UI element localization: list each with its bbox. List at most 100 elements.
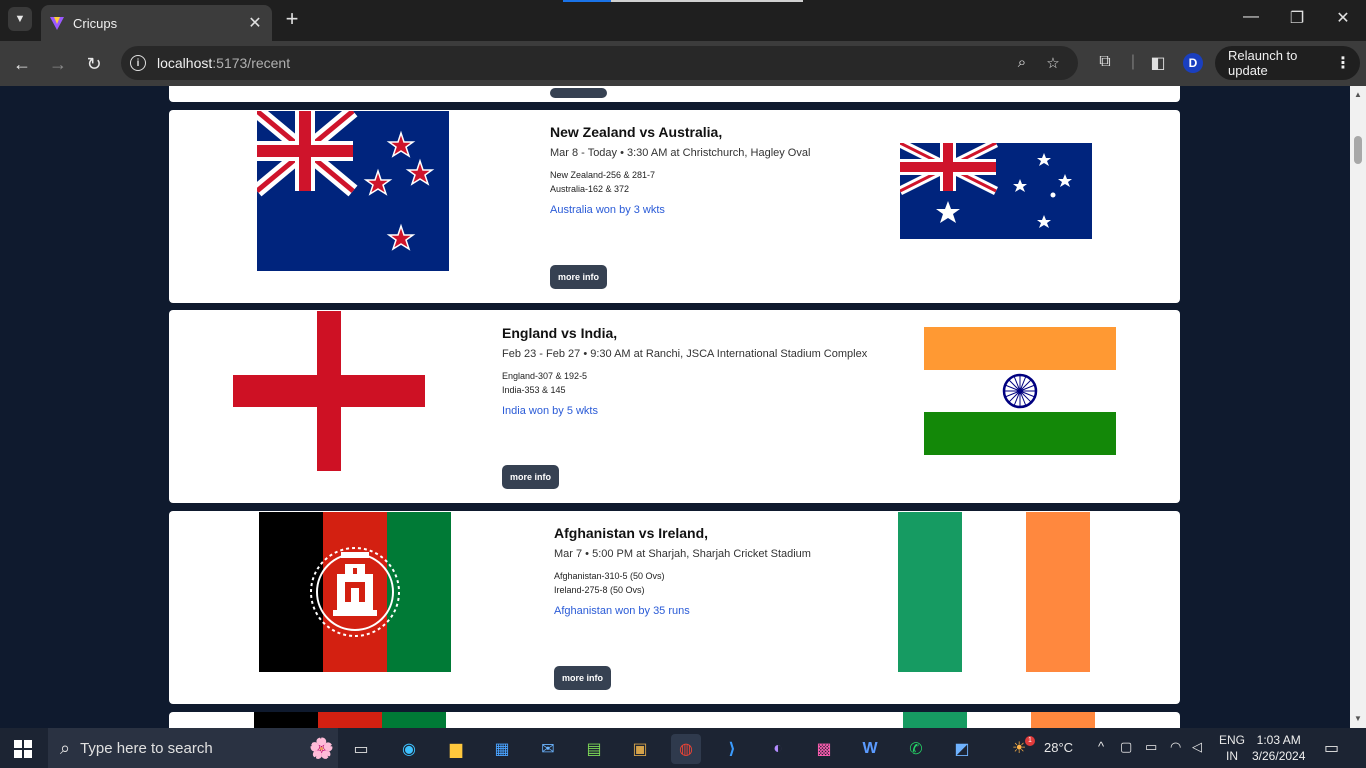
match-card-partial-bottom <box>169 712 1180 728</box>
reload-icon[interactable]: ↻ <box>80 50 108 78</box>
mail-icon[interactable]: ✉ <box>533 734 563 764</box>
new-tab-plus-icon[interactable]: + <box>280 8 304 32</box>
flag-afghanistan <box>259 512 451 672</box>
notification-center-icon[interactable]: ▭ <box>1324 738 1339 758</box>
edge-browser-icon[interactable]: ◉ <box>394 734 424 764</box>
tab-cricups[interactable]: Cricups ✕ <box>41 5 272 41</box>
scroll-thumb[interactable] <box>1354 136 1362 164</box>
language-indicator[interactable]: ENG IN <box>1219 732 1245 764</box>
task-view-icon[interactable]: ▭ <box>346 734 376 764</box>
match-result: India won by 5 wkts <box>502 405 598 417</box>
eclipse-icon[interactable]: ◐ <box>763 734 793 764</box>
relaunch-to-update-button[interactable]: Relaunch to update ⋮ <box>1215 46 1360 80</box>
vite-logo-icon <box>50 17 64 30</box>
forward-arrow-icon[interactable]: → <box>44 50 72 78</box>
word-icon[interactable]: W <box>855 734 885 764</box>
microsoft-store-icon[interactable]: ▦ <box>487 734 517 764</box>
match-info: Afghanistan vs Ireland, Mar 7 • 5:00 PM … <box>554 525 811 617</box>
score-line: Ireland-275-8 (50 Ovs) <box>554 585 645 595</box>
scroll-up-icon[interactable]: ▲ <box>1350 88 1366 102</box>
score-line: New Zealand-256 & 281-7 <box>550 170 656 180</box>
score-line: England-307 & 192-5 <box>502 371 588 381</box>
clock-date: 3/26/2024 <box>1252 749 1306 763</box>
intellij-icon[interactable]: ▩ <box>809 734 839 764</box>
flag-ireland <box>898 512 1090 672</box>
tab-loading-bar <box>563 0 803 2</box>
score-line: Afghanistan-310-5 (50 Ovs) <box>554 571 665 581</box>
match-card: Afghanistan vs Ireland, Mar 7 • 5:00 PM … <box>169 511 1180 704</box>
match-title: New Zealand vs Australia, <box>550 124 723 140</box>
extensions-puzzle-icon[interactable]: ⧉ <box>1094 53 1116 75</box>
chrome-icon[interactable]: ◍ <box>671 734 701 764</box>
minimize-icon[interactable]: — <box>1236 8 1266 26</box>
dosbox-icon[interactable]: ▣ <box>625 734 655 764</box>
match-meta: Mar 7 • 5:00 PM at Sharjah, Sharjah Cric… <box>554 548 811 560</box>
taskbar-search-input[interactable]: ⌕ Type here to search 🌸 <box>48 728 338 768</box>
match-info: New Zealand vs Australia, Mar 8 - Today … <box>550 124 810 216</box>
flag-england <box>233 311 425 471</box>
page-scrollbar[interactable]: ▲ ▼ <box>1350 86 1366 728</box>
flag-ireland-partial <box>903 712 1095 728</box>
scores: Afghanistan-310-5 (50 Ovs) Ireland-275-8… <box>554 569 811 597</box>
score-line: Australia-162 & 372 <box>550 184 630 194</box>
address-bar[interactable]: i localhost:5173/recent ⌕ ☆ <box>121 46 1078 80</box>
more-info-button-partial[interactable] <box>550 88 607 98</box>
profile-avatar[interactable]: D <box>1183 53 1203 73</box>
toolbar-divider: | <box>1130 53 1136 70</box>
more-info-button[interactable]: more info <box>554 666 612 690</box>
tab-title: Cricups <box>73 15 118 31</box>
battery-icon[interactable]: ▭ <box>1145 739 1157 755</box>
vscode-icon[interactable]: ⟩ <box>717 734 747 764</box>
flag-new-zealand <box>257 111 449 271</box>
meet-now-icon[interactable]: ▢ <box>1120 739 1132 755</box>
scroll-down-icon[interactable]: ▼ <box>1350 712 1366 726</box>
chevron-down-icon: ▼ <box>14 13 26 25</box>
scores: England-307 & 192-5 India-353 & 145 <box>502 369 867 397</box>
restore-icon[interactable]: ❐ <box>1282 8 1312 28</box>
side-panel-icon[interactable]: ◧ <box>1147 53 1169 75</box>
wifi-icon[interactable]: ◠ <box>1170 739 1181 755</box>
language-code: ENG <box>1219 733 1246 747</box>
volume-icon[interactable]: ◁ <box>1192 739 1202 755</box>
scores: New Zealand-256 & 281-7 Australia-162 & … <box>550 168 810 196</box>
windows-start-icon[interactable] <box>14 740 32 758</box>
more-info-button[interactable]: more info <box>550 265 608 289</box>
close-icon[interactable]: ✕ <box>244 13 266 33</box>
mysql-workbench-icon[interactable]: ◩ <box>947 734 977 764</box>
flag-afghanistan-partial <box>254 712 446 728</box>
clock-time: 1:03 AM <box>1256 733 1301 747</box>
file-explorer-icon[interactable]: ▆ <box>441 734 471 764</box>
tab-strip: ▼ Cricups ✕ + — ❐ ✕ <box>0 0 1366 41</box>
flag-australia <box>900 143 1092 239</box>
match-meta: Feb 23 - Feb 27 • 9:30 AM at Ranchi, JSC… <box>502 348 868 360</box>
system-clock[interactable]: 1:03 AM 3/26/2024 <box>1252 732 1305 764</box>
bookmark-star-icon[interactable]: ☆ <box>1044 54 1062 72</box>
weather-temp: 28°C <box>1044 740 1074 755</box>
search-icon: ⌕ <box>60 737 71 758</box>
url-path: :5173/recent <box>212 55 291 71</box>
flag-india <box>924 327 1116 455</box>
notepad-plus-icon[interactable]: ▤ <box>579 734 609 764</box>
whatsapp-icon[interactable]: ✆ <box>901 734 931 764</box>
match-title: England vs India, <box>502 325 618 341</box>
relaunch-label: Relaunch to update <box>1228 48 1298 78</box>
tab-search-button[interactable]: ▼ <box>8 7 32 31</box>
page-content: New Zealand vs Australia, Mar 8 - Today … <box>0 86 1350 728</box>
back-arrow-icon[interactable]: ← <box>8 50 36 78</box>
match-card-partial-top <box>169 86 1180 102</box>
window-close-icon[interactable]: ✕ <box>1328 8 1358 28</box>
match-card: England vs India, Feb 23 - Feb 27 • 9:30… <box>169 310 1180 503</box>
match-result: Australia won by 3 wkts <box>550 204 665 216</box>
match-meta: Mar 8 - Today • 3:30 AM at Christchurch,… <box>550 147 811 159</box>
show-hidden-icons-icon[interactable]: ^ <box>1098 739 1104 754</box>
more-vertical-icon[interactable]: ⋮ <box>1335 53 1351 73</box>
zoom-icon[interactable]: ⌕ <box>1013 54 1031 72</box>
match-result: Afghanistan won by 35 runs <box>554 605 690 617</box>
windows-taskbar: ⌕ Type here to search 🌸 ▭ ◉ ▆ ▦ ✉ ▤ ▣ ◍ … <box>0 728 1366 768</box>
more-info-button[interactable]: more info <box>502 465 560 489</box>
weather-badge: 1 <box>1025 736 1035 746</box>
search-highlight-icon: 🌸 <box>309 737 334 760</box>
site-info-icon[interactable]: i <box>130 55 146 71</box>
score-line: India-353 & 145 <box>502 385 566 395</box>
search-placeholder: Type here to search <box>80 739 213 757</box>
